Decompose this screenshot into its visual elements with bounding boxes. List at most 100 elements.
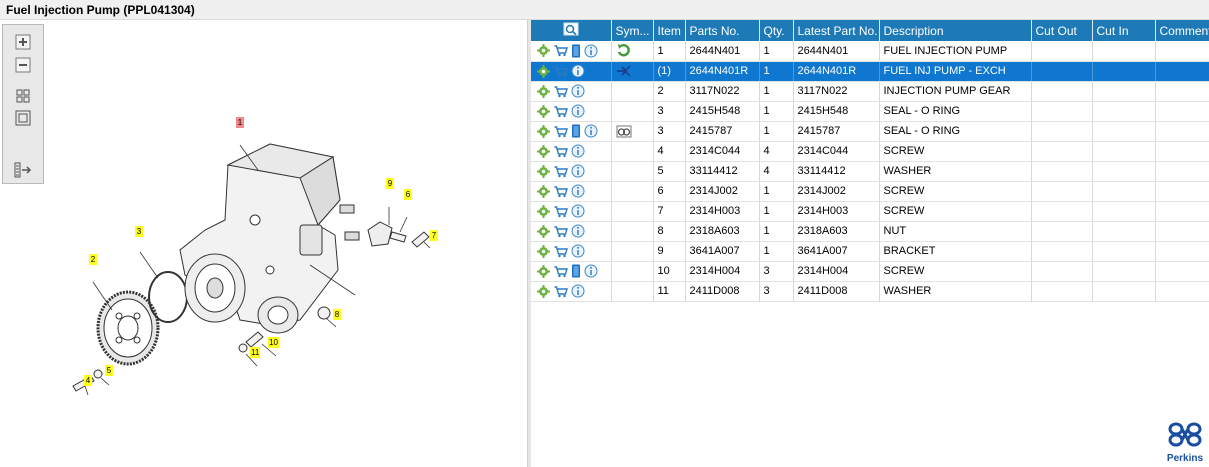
info-icon[interactable] (584, 264, 598, 278)
info-icon[interactable] (571, 244, 585, 258)
column-header-item[interactable]: Item (653, 20, 686, 41)
table-row[interactable]: 4 2314C044 4 2314C044 SCREW (531, 141, 1209, 162)
exchange-icon[interactable] (616, 64, 632, 77)
add-to-cart-icon[interactable] (553, 65, 568, 78)
part-details-icon[interactable] (537, 184, 550, 198)
part-details-icon[interactable] (537, 44, 550, 58)
latest-part-number-cell: 2644N401 (793, 41, 880, 62)
info-icon[interactable] (571, 104, 585, 118)
manual-icon[interactable] (571, 264, 581, 278)
part-details-icon[interactable] (537, 104, 550, 118)
part-details-icon[interactable] (537, 224, 550, 238)
table-row[interactable]: 1 2644N401 1 2644N401 FUEL INJECTION PUMP (531, 41, 1209, 62)
table-row[interactable]: 8 2318A603 1 2318A603 NUT (531, 221, 1209, 242)
info-icon[interactable] (571, 204, 585, 218)
callout-2[interactable]: 2 (89, 254, 97, 265)
callout-10[interactable]: 10 (268, 337, 279, 348)
part-details-icon[interactable] (537, 284, 550, 298)
cut-out-cell (1031, 201, 1093, 222)
add-to-cart-icon[interactable] (553, 125, 568, 138)
diagram-pane[interactable]: 1 2 3 4 5 6 7 8 9 10 11 (0, 20, 527, 467)
column-header-description[interactable]: Description (879, 20, 1032, 41)
symbol-cell (611, 281, 654, 302)
column-header-cut-out[interactable]: Cut Out (1031, 20, 1093, 41)
column-header-parts-no[interactable]: Parts No. (685, 20, 760, 41)
callout-4[interactable]: 4 (84, 375, 92, 386)
add-to-cart-icon[interactable] (553, 85, 568, 98)
table-row[interactable]: 11 2411D008 3 2411D008 WASHER (531, 281, 1209, 302)
column-header-qty[interactable]: Qty. (759, 20, 794, 41)
add-to-cart-icon[interactable] (553, 265, 568, 278)
info-icon[interactable] (584, 124, 598, 138)
cut-out-cell (1031, 181, 1093, 202)
part-details-icon[interactable] (537, 84, 550, 98)
table-row[interactable]: (1) 2644N401R 1 2644N401R FUEL INJ PUMP - EX… (531, 61, 1209, 82)
part-details-icon[interactable] (537, 124, 550, 138)
add-to-cart-icon[interactable] (553, 285, 568, 298)
table-row[interactable]: 2 3117N022 1 3117N022 INJECTION PUMP GEAR (531, 81, 1209, 102)
cut-in-cell (1092, 101, 1156, 122)
rotate-icon[interactable] (616, 44, 632, 57)
callout-6[interactable]: 6 (404, 189, 412, 200)
add-to-cart-icon[interactable] (553, 165, 568, 178)
row-actions-cell (531, 261, 612, 282)
add-to-cart-icon[interactable] (553, 225, 568, 238)
part-details-icon[interactable] (537, 264, 550, 278)
info-icon[interactable] (571, 284, 585, 298)
qty-cell: 3 (759, 261, 794, 282)
column-header-comment[interactable]: Comment (1155, 20, 1209, 41)
part-details-icon[interactable] (537, 244, 550, 258)
part-number-cell: 2314J002 (685, 181, 760, 202)
symbol-cell[interactable] (611, 121, 654, 142)
info-icon[interactable] (571, 84, 585, 98)
table-row[interactable]: 3 2415H548 1 2415H548 SEAL - O RING (531, 101, 1209, 122)
info-icon[interactable] (571, 224, 585, 238)
callout-8[interactable]: 8 (333, 309, 341, 320)
table-row[interactable]: 7 2314H003 1 2314H003 SCREW (531, 201, 1209, 222)
info-icon[interactable] (571, 144, 585, 158)
column-header-actions[interactable] (531, 20, 612, 41)
part-details-icon[interactable] (537, 164, 550, 178)
table-row[interactable]: 3 2415787 1 2415787 SEAL - O RING (531, 121, 1209, 142)
table-row[interactable]: 10 2314H004 3 2314H004 SCREW (531, 261, 1209, 282)
info-icon[interactable] (571, 184, 585, 198)
column-header-symbol[interactable]: Sym... (611, 20, 654, 41)
qty-cell: 1 (759, 201, 794, 222)
add-to-cart-icon[interactable] (553, 145, 568, 158)
add-to-cart-icon[interactable] (553, 105, 568, 118)
part-details-icon[interactable] (537, 64, 550, 78)
table-row[interactable]: 6 2314J002 1 2314J002 SCREW (531, 181, 1209, 202)
symbol-cell[interactable] (611, 41, 654, 62)
info-icon[interactable] (584, 44, 598, 58)
comment-cell (1155, 121, 1209, 142)
item-cell: 6 (653, 181, 686, 202)
callout-5[interactable]: 5 (105, 365, 113, 376)
qty-cell: 1 (759, 81, 794, 102)
description-cell: SCREW (879, 201, 1032, 222)
part-number-cell: 2415787 (685, 121, 760, 142)
search-parts-icon[interactable] (563, 22, 579, 36)
manual-icon[interactable] (571, 124, 581, 138)
add-to-cart-icon[interactable] (553, 205, 568, 218)
binoculars-icon[interactable] (616, 125, 632, 137)
callout-11[interactable]: 11 (250, 347, 261, 358)
description-cell: SCREW (879, 261, 1032, 282)
column-header-latest-part-no[interactable]: Latest Part No. (793, 20, 880, 41)
latest-part-number-cell: 33114412 (793, 161, 880, 182)
info-icon[interactable] (571, 164, 585, 178)
add-to-cart-icon[interactable] (553, 44, 568, 57)
callout-3[interactable]: 3 (135, 226, 143, 237)
part-details-icon[interactable] (537, 144, 550, 158)
info-icon[interactable] (571, 64, 585, 78)
callout-1[interactable]: 1 (236, 117, 244, 128)
symbol-cell[interactable] (611, 61, 654, 82)
add-to-cart-icon[interactable] (553, 185, 568, 198)
column-header-cut-in[interactable]: Cut In (1092, 20, 1156, 41)
manual-icon[interactable] (571, 44, 581, 58)
part-details-icon[interactable] (537, 204, 550, 218)
callout-9[interactable]: 9 (386, 178, 394, 189)
table-row[interactable]: 5 33114412 4 33114412 WASHER (531, 161, 1209, 182)
callout-7[interactable]: 7 (430, 230, 438, 241)
table-row[interactable]: 9 3641A007 1 3641A007 BRACKET (531, 241, 1209, 262)
add-to-cart-icon[interactable] (553, 245, 568, 258)
